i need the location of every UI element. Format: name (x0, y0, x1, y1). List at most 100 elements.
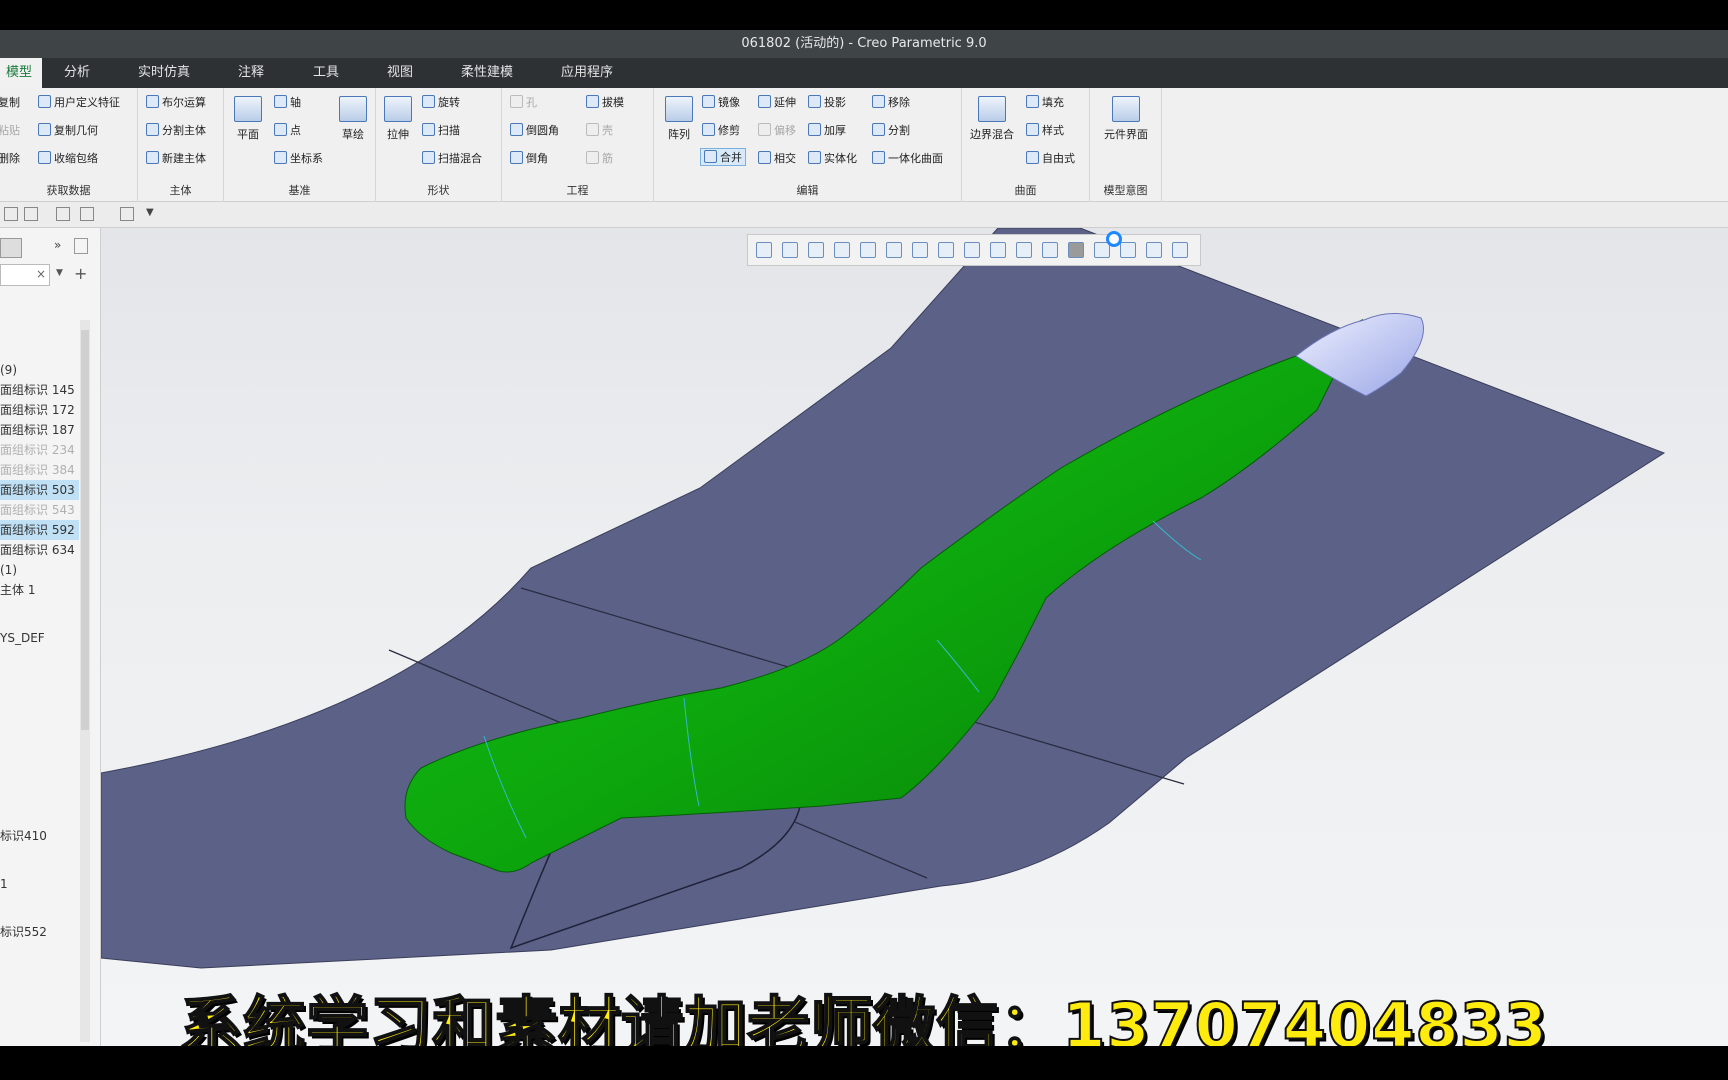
copy-button[interactable]: 复制 (0, 94, 20, 112)
point-button[interactable]: 点 (274, 122, 301, 140)
tree-item[interactable]: 面组标识 543 (0, 500, 79, 520)
tree-scrollbar[interactable] (80, 320, 90, 1042)
csys-display-icon[interactable] (1120, 242, 1136, 258)
remove-button[interactable]: 移除 (872, 94, 910, 112)
tab-annotate[interactable]: 注释 (228, 58, 274, 88)
mirror-button[interactable]: 镜像 (702, 94, 740, 112)
tab-applications[interactable]: 应用程序 (551, 58, 623, 88)
shrinkwrap-button[interactable]: 收缩包络 (38, 150, 98, 168)
tab-view[interactable]: 视图 (377, 58, 423, 88)
tab-live-simulation[interactable]: 实时仿真 (128, 58, 200, 88)
boundary-blend-button[interactable]: 边界混合 (966, 96, 1018, 142)
style-button[interactable]: 样式 (1026, 122, 1064, 140)
intersect-button[interactable]: 相交 (758, 150, 796, 168)
refit-icon[interactable] (756, 242, 772, 258)
expand-panel-icon[interactable]: » (54, 238, 61, 252)
settings-icon[interactable] (74, 238, 88, 254)
delete-button[interactable]: 删除 (0, 150, 20, 168)
paste-button[interactable]: 粘贴 (0, 122, 20, 140)
offset-button[interactable]: 偏移 (758, 122, 796, 140)
tab-model[interactable]: 模型 (0, 58, 43, 88)
tree-item[interactable]: 1 (0, 874, 12, 894)
saved-orientations-icon[interactable] (912, 242, 928, 258)
display-style-icon[interactable] (886, 242, 902, 258)
redo-icon[interactable] (24, 207, 38, 221)
extend-button[interactable]: 延伸 (758, 94, 796, 112)
filter-dropdown-icon[interactable]: ▼ (56, 268, 63, 278)
extrude-button[interactable]: 拉伸 (380, 96, 416, 142)
tree-item[interactable]: 面组标识 503 (0, 480, 79, 500)
thicken-button[interactable]: 加厚 (808, 122, 846, 140)
tree-item[interactable]: 面组标识 592 (0, 520, 79, 540)
copy-geometry-button[interactable]: 复制几何 (38, 122, 98, 140)
tab-flexible-modeling[interactable]: 柔性建模 (451, 58, 523, 88)
unify-surfaces-button[interactable]: 一体化曲面 (872, 150, 943, 168)
tab-tools[interactable]: 工具 (303, 58, 349, 88)
csys-button[interactable]: 坐标系 (274, 150, 323, 168)
add-icon[interactable]: + (74, 264, 87, 283)
windows-icon[interactable] (80, 207, 94, 221)
perspective-icon[interactable] (860, 242, 876, 258)
close-window-icon[interactable] (120, 207, 134, 221)
freestyle-button[interactable]: 自由式 (1026, 150, 1075, 168)
spin-center-icon[interactable] (1068, 242, 1084, 258)
swept-blend-button[interactable]: 扫描混合 (422, 150, 482, 168)
chamfer-button[interactable]: 倒角 (510, 150, 548, 168)
regenerate-icon[interactable] (56, 207, 70, 221)
new-body-button[interactable]: 新建主体 (146, 150, 206, 168)
tree-item[interactable]: (9) (0, 360, 21, 380)
model-tree-tab-icon[interactable] (0, 238, 22, 258)
search-input[interactable]: × (0, 264, 50, 286)
tab-analysis[interactable]: 分析 (54, 58, 100, 88)
pause-icon[interactable] (1146, 242, 1162, 258)
datum-display-icon[interactable] (1016, 242, 1032, 258)
tree-item[interactable]: 主体 1 (0, 580, 39, 600)
solidify-button[interactable]: 实体化 (808, 150, 857, 168)
tree-item[interactable]: 面组标识 187 (0, 420, 79, 440)
revolve-button[interactable]: 旋转 (422, 94, 460, 112)
tree-item[interactable]: 面组标识 172 (0, 400, 79, 420)
extend-icon (758, 95, 771, 108)
appearance-icon[interactable] (990, 242, 1006, 258)
user-defined-feature-button[interactable]: 用户定义特征 (38, 94, 120, 112)
view-toolbar (747, 231, 1201, 266)
split-body-button[interactable]: 分割主体 (146, 122, 206, 140)
fill-button[interactable]: 填充 (1026, 94, 1064, 112)
search-clear-icon[interactable]: × (36, 267, 46, 281)
graphics-viewport[interactable] (101, 228, 1728, 1046)
pattern-button[interactable]: 阵列 (662, 96, 696, 142)
tree-item[interactable]: 面组标识 145 (0, 380, 79, 400)
split-button[interactable]: 分割 (872, 122, 910, 140)
tree-item[interactable]: 标识552 (0, 922, 51, 942)
sketch-button[interactable]: 草绘 (334, 96, 372, 142)
tree-item[interactable]: YS_DEF (0, 628, 49, 648)
component-interface-button[interactable]: 元件界面 (1096, 96, 1156, 142)
tree-item[interactable]: 面组标识 634 (0, 540, 79, 560)
merge-button[interactable]: 合并 (700, 148, 746, 166)
tree-item[interactable]: 标识410 (0, 826, 51, 846)
boolean-button[interactable]: 布尔运算 (146, 94, 206, 112)
draft-button[interactable]: 拔模 (586, 94, 624, 112)
view-options-icon[interactable] (1172, 242, 1188, 258)
shell-button[interactable]: 壳 (586, 122, 613, 140)
section-icon[interactable] (964, 242, 980, 258)
zoom-in-icon[interactable] (782, 242, 798, 258)
hole-button[interactable]: 孔 (510, 94, 537, 112)
zoom-out-icon[interactable] (808, 242, 824, 258)
plane-button[interactable]: 平面 (230, 96, 266, 142)
view-manager-icon[interactable] (938, 242, 954, 258)
axis-button[interactable]: 轴 (274, 94, 301, 112)
sweep-button[interactable]: 扫描 (422, 122, 460, 140)
repaint-icon[interactable] (834, 242, 850, 258)
tree-item[interactable]: 面组标识 234 (0, 440, 79, 460)
freestyle-icon (1026, 151, 1039, 164)
rib-button[interactable]: 筋 (586, 150, 613, 168)
undo-icon[interactable] (4, 207, 18, 221)
project-button[interactable]: 投影 (808, 94, 846, 112)
customize-dropdown-icon[interactable]: ▼ (146, 207, 158, 221)
annotation-display-icon[interactable] (1042, 242, 1058, 258)
round-button[interactable]: 倒圆角 (510, 122, 559, 140)
trim-button[interactable]: 修剪 (702, 122, 740, 140)
tree-item[interactable]: 面组标识 384 (0, 460, 79, 480)
tree-item[interactable]: (1) (0, 560, 21, 580)
